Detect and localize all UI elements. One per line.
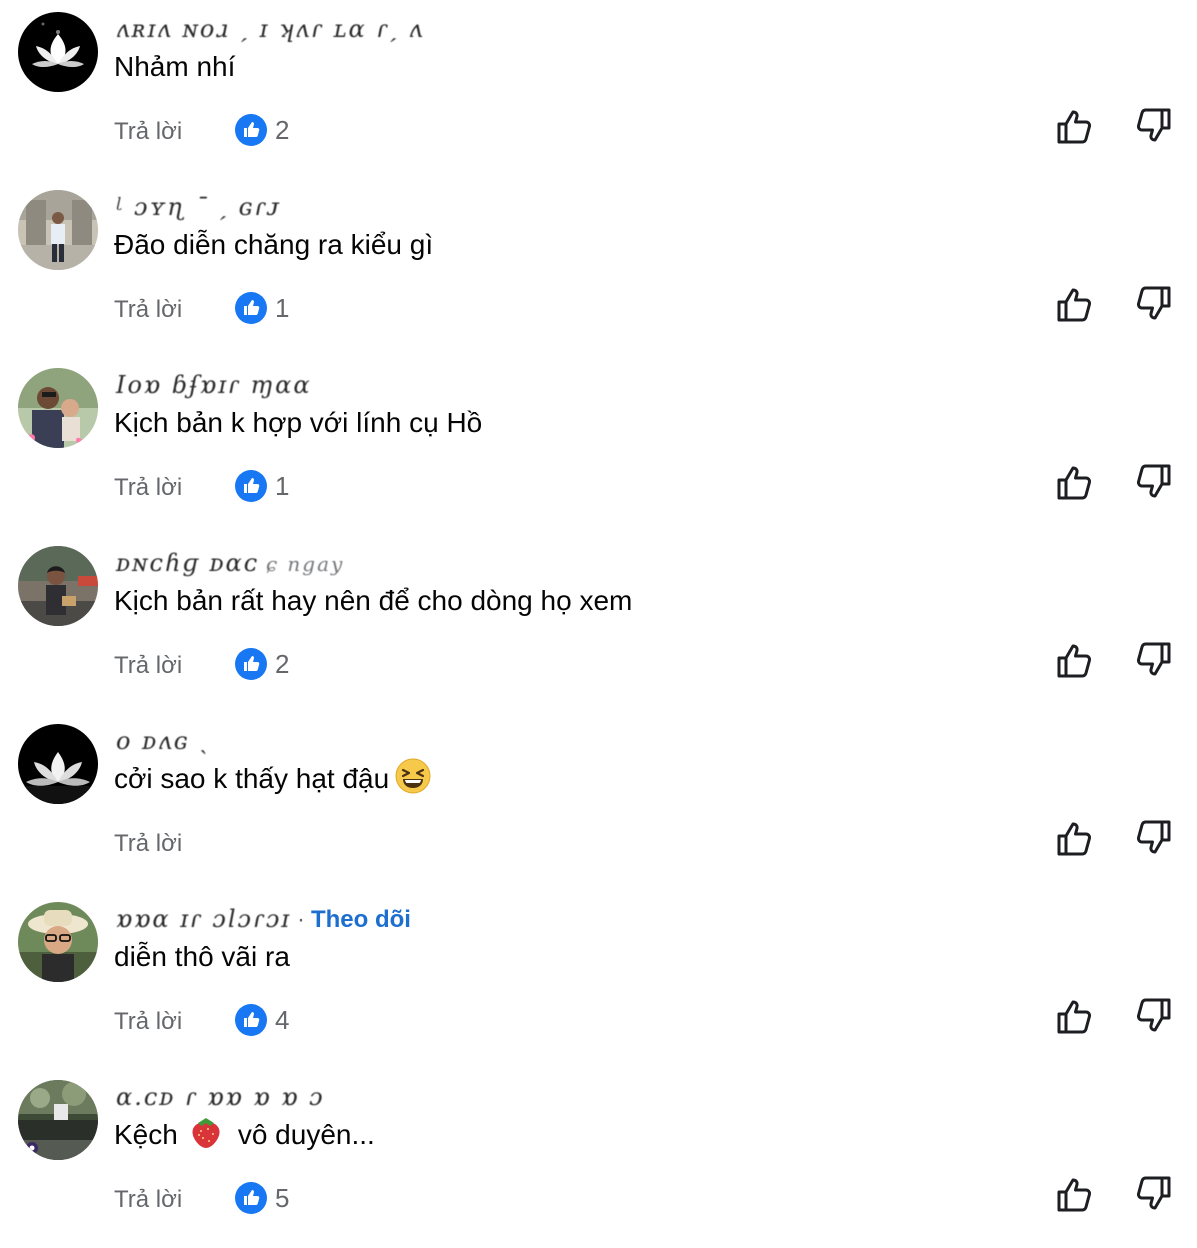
like-summary[interactable]: 1 (235, 292, 289, 324)
thumbs-up-icon[interactable] (1056, 284, 1092, 324)
thumbs-up-icon[interactable] (1056, 996, 1092, 1036)
thumbs-down-icon[interactable] (1136, 106, 1172, 146)
reply-button[interactable]: Trả lời (114, 830, 182, 858)
grinning-squint-emoji (395, 758, 431, 794)
reply-button[interactable]: Trả lời (114, 474, 182, 502)
thumbs-down-icon[interactable] (1136, 818, 1172, 858)
like-count: 1 (275, 470, 290, 501)
like-summary[interactable]: 2 (235, 648, 289, 680)
like-reaction-icon (235, 1004, 267, 1036)
like-reaction-icon (235, 1182, 267, 1214)
thumbs-down-icon[interactable] (1136, 996, 1172, 1036)
like-reaction-icon (235, 292, 267, 324)
comment-text: Kệch vô duyên... (114, 1108, 375, 1162)
comment-text: Nhảm nhí (114, 51, 236, 82)
like-count: 4 (275, 1004, 290, 1035)
reply-button[interactable]: Trả lời (114, 296, 182, 324)
avatar[interactable] (18, 724, 98, 804)
like-count: 1 (275, 292, 290, 323)
avatar[interactable] (18, 190, 98, 270)
comment-text: Kịch bản k hợp với lính cụ Hồ (114, 407, 483, 438)
comment-item: ʌʀɪʌ ɴoɹ ˏ ɪ ʞʌɾ ʟɑ ɾˏ ʌ Nhảm nhí Trả lờ… (0, 0, 1197, 178)
comment-text: cởi sao k thấy hạt đậu (114, 752, 439, 806)
comment-item: ɑ.ᴄᴅ ɾ ɒɒ ɒ ɒ ɔ Kệch vô duyên... Trả lời … (0, 1068, 1197, 1246)
comment-item: ᶩ ɔʏɳ ˉ ˏ ɢɾᴊ Đão diễn chăng ra kiểu gì … (0, 178, 1197, 356)
thumbs-up-icon[interactable] (1056, 462, 1092, 502)
avatar[interactable] (18, 902, 98, 982)
comment-text: Đão diễn chăng ra kiểu gì (114, 229, 434, 260)
comment-item: ɒɒɑ ɪɾ ɔlɔɾɔɪ · Theo dõi diễn thô vãi ra T… (0, 890, 1197, 1068)
reply-button[interactable]: Trả lời (114, 652, 182, 680)
comment-item: Iᴏɒ ɓʄɒɪɾ ɱɑɑ Kịch bản k hợp với lính cụ… (0, 356, 1197, 534)
comment-item: ᴅɴᴄɦɡ ᴅɑᴄ ɕ ngay Kịch bản rất hay nên để… (0, 534, 1197, 712)
avatar[interactable] (18, 12, 98, 92)
separator-dot: · (296, 906, 305, 933)
thumbs-down-icon[interactable] (1136, 640, 1172, 680)
follow-link[interactable]: Theo dõi (311, 906, 411, 933)
comment-item: o ᴅʌɢ ˎ cởi sao k thấy hạt đậu Trả lời (0, 712, 1197, 890)
thumbs-up-icon[interactable] (1056, 1174, 1092, 1214)
thumbs-down-icon[interactable] (1136, 284, 1172, 324)
like-count: 2 (275, 114, 290, 145)
like-reaction-icon (235, 114, 267, 146)
like-reaction-icon (235, 470, 267, 502)
like-summary[interactable]: 5 (235, 1182, 289, 1214)
like-reaction-icon (235, 648, 267, 680)
reply-button[interactable]: Trả lời (114, 1186, 182, 1214)
like-count: 2 (275, 648, 290, 679)
like-count: 5 (275, 1182, 290, 1213)
like-summary[interactable]: 4 (235, 1004, 289, 1036)
thumbs-down-icon[interactable] (1136, 1174, 1172, 1214)
comment-text: Kịch bản rất hay nên để cho dòng họ xem (114, 585, 633, 616)
comment-text: diễn thô vãi ra (114, 941, 290, 972)
like-summary[interactable]: 1 (235, 470, 289, 502)
thumbs-down-icon[interactable] (1136, 462, 1172, 502)
avatar[interactable] (18, 368, 98, 448)
thumbs-up-icon[interactable] (1056, 640, 1092, 680)
avatar[interactable] (18, 1080, 98, 1160)
avatar[interactable] (18, 546, 98, 626)
strawberry-emoji (192, 1118, 220, 1148)
reply-button[interactable]: Trả lời (114, 118, 182, 146)
thumbs-up-icon[interactable] (1056, 818, 1092, 858)
reply-button[interactable]: Trả lời (114, 1008, 182, 1036)
like-summary[interactable]: 2 (235, 114, 289, 146)
thumbs-up-icon[interactable] (1056, 106, 1092, 146)
